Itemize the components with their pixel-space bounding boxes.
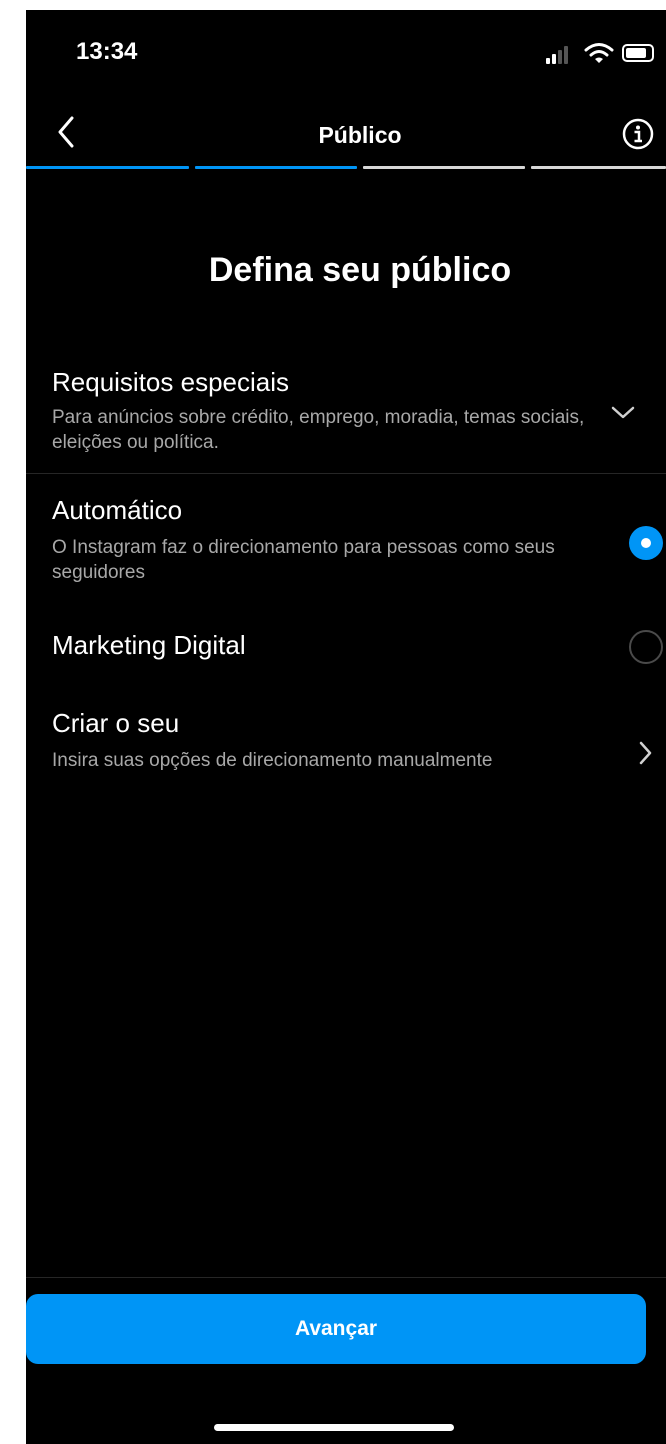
info-icon[interactable] xyxy=(622,118,654,150)
audience-option-automatic[interactable]: Automático O Instagram faz o direcioname… xyxy=(26,493,666,598)
next-button[interactable]: Avançar xyxy=(26,1294,646,1364)
battery-icon xyxy=(622,44,654,62)
create-own-title: Criar o seu xyxy=(52,708,180,738)
progress-step-2 xyxy=(195,166,357,169)
phone-screen: 13:34 Público Defina seu público Requisi… xyxy=(26,10,666,1444)
progress-step-4 xyxy=(531,166,666,169)
radio-unselected[interactable] xyxy=(629,630,663,664)
audience-option-subtitle: O Instagram faz o direcionamento para pe… xyxy=(52,537,555,583)
home-indicator xyxy=(214,1424,454,1431)
create-own-audience-row[interactable]: Criar o seu Insira suas opções de direci… xyxy=(26,702,666,792)
chevron-down-icon xyxy=(611,406,635,419)
page-title: Público xyxy=(318,122,402,148)
audience-option-marketing-digital[interactable]: Marketing Digital xyxy=(26,622,666,682)
status-time: 13:34 xyxy=(76,38,138,65)
special-requirements-title: Requisitos especiais xyxy=(52,367,290,397)
create-own-subtitle: Insira suas opções de direcionamento man… xyxy=(52,750,493,771)
progress-step-3 xyxy=(363,166,525,169)
radio-selected[interactable] xyxy=(629,526,663,560)
special-requirements-row[interactable]: Requisitos especiais Para anúncios sobre… xyxy=(26,355,666,473)
main-heading: Defina seu público xyxy=(208,251,512,289)
progress-step-1 xyxy=(26,166,189,169)
special-requirements-subtitle: Para anúncios sobre crédito, emprego, mo… xyxy=(52,407,585,453)
status-icons xyxy=(546,42,666,66)
footer-divider xyxy=(26,1277,666,1278)
wifi-icon xyxy=(584,43,614,63)
divider xyxy=(26,473,666,474)
audience-option-title: Marketing Digital xyxy=(52,630,246,660)
audience-option-title: Automático xyxy=(52,495,183,525)
chevron-right-icon xyxy=(639,741,652,765)
